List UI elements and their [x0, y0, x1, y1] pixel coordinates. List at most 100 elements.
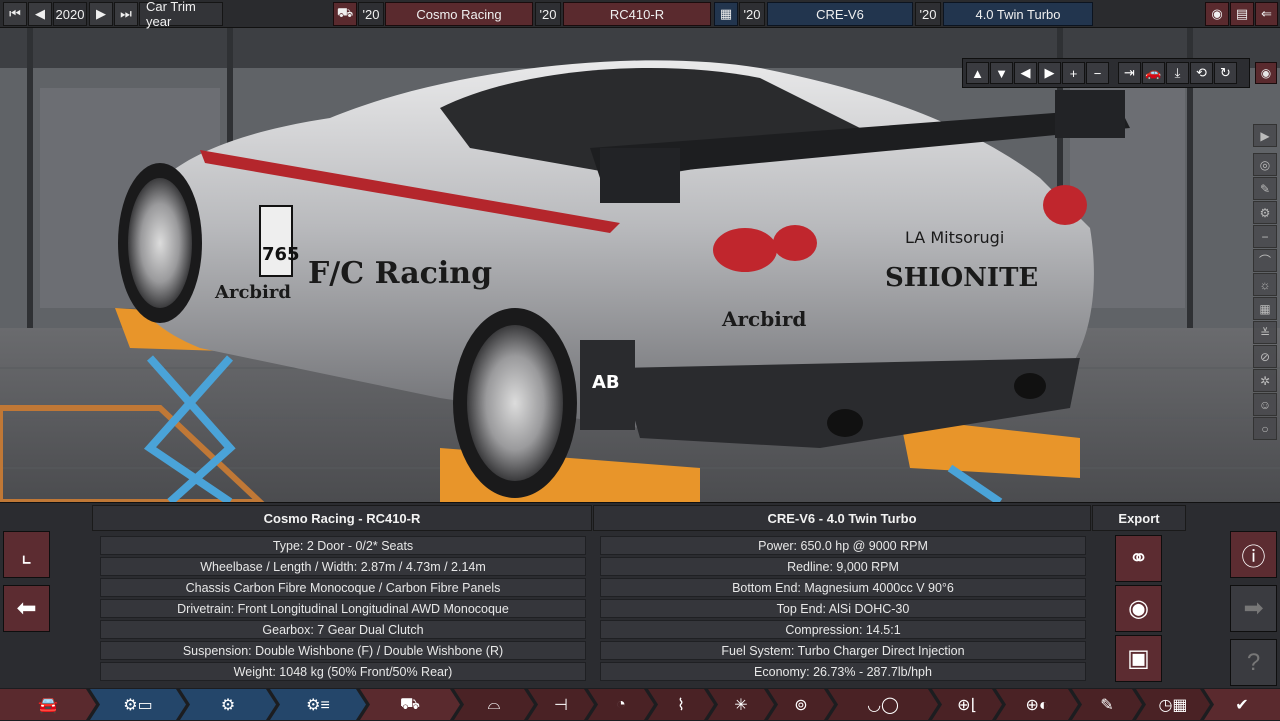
grille-icon[interactable]: ▦: [1253, 297, 1277, 320]
drivetrain-icon: ⊣: [554, 696, 568, 714]
rotate-free-button[interactable]: ⟲: [1190, 62, 1213, 84]
left-arrow-icon: ⬅: [16, 595, 37, 622]
fixtures-icon: ⌇: [677, 696, 685, 714]
svg-text:765: 765: [262, 244, 300, 265]
help-icon: ?: [1246, 648, 1261, 676]
engine-info-row: Top End: AlSi DOHC-30: [600, 599, 1086, 618]
car-panel-title: Cosmo Racing - RC410-R: [92, 505, 592, 531]
family-name[interactable]: Cosmo Racing: [385, 2, 533, 26]
graph-button[interactable]: ⌞: [3, 531, 50, 578]
double-left-arrow-icon[interactable]: ⏮: [3, 2, 27, 26]
tab-body[interactable]: ◔: [588, 689, 654, 720]
chassis-icon: ⌓: [487, 695, 501, 713]
year-field[interactable]: 2020: [53, 2, 87, 26]
engine-info-row: Economy: 26.73% - 287.7lb/hph: [600, 662, 1086, 681]
camera-left-button[interactable]: ◀: [1014, 62, 1037, 84]
tab-drivetrain[interactable]: ⊣: [528, 689, 594, 720]
engine-info-row: Compression: 14.5:1: [600, 620, 1086, 639]
car-info-row: Gearbox: 7 Gear Dual Clutch: [100, 620, 586, 639]
calculator-icon[interactable]: ▤: [1230, 2, 1254, 26]
tab-paint[interactable]: ✎: [1072, 689, 1142, 720]
circle-icon[interactable]: ○: [1253, 417, 1277, 440]
car-info-row: Weight: 1048 kg (50% Front/50% Rear): [100, 662, 586, 681]
tab-car-summary[interactable]: ⛟: [360, 689, 460, 720]
car-info-row: Wheelbase / Length / Width: 2.87m / 4.73…: [100, 557, 586, 576]
body-icon[interactable]: ⌒: [1253, 249, 1277, 272]
tab-aero[interactable]: ◡◯: [828, 689, 938, 720]
save-button[interactable]: ▣: [1115, 635, 1162, 682]
engine-block-icon[interactable]: ▦: [714, 2, 738, 26]
car-info-row: Chassis Carbon Fibre Monocoque / Carbon …: [100, 578, 586, 597]
tab-fixtures[interactable]: ⌇: [648, 689, 714, 720]
tab-testing[interactable]: ◷▦: [1136, 689, 1210, 720]
top-bar: ⏮ ◀ 2020 ▶ ⏭ Car Trim year ⛟ '20 Cosmo R…: [0, 0, 1280, 29]
engine-family-year: '20: [739, 2, 765, 26]
help-button[interactable]: ?: [1230, 639, 1277, 686]
trim-year-label: Car Trim year: [139, 0, 223, 29]
tab-engine-design[interactable]: ⚙: [180, 689, 276, 720]
next-button[interactable]: ➡: [1230, 585, 1277, 632]
camera-icon[interactable]: ◉: [1205, 2, 1229, 26]
tab-engine-tuning[interactable]: ⚙≡: [270, 689, 366, 720]
suspension-icon[interactable]: ≚: [1253, 321, 1277, 344]
share-button[interactable]: ⚭: [1115, 535, 1162, 582]
warning-icon: ⓘ: [1241, 544, 1266, 571]
reset-rotation-button[interactable]: ↻: [1214, 62, 1237, 84]
align-button[interactable]: ⇥: [1118, 62, 1141, 84]
wheel-icon[interactable]: ◎: [1253, 153, 1277, 176]
svg-text:AB: AB: [592, 372, 620, 393]
design-stage-tabs: 🚘 ⚙▭ ⚙ ⚙≡ ⛟ ⌓ ⊣ ◔ ⌇ ✳ ⊚ ◡◯ ⊕⌊ ⊕◐ ✎ ◷▦ ✔: [0, 688, 1280, 721]
tab-chassis[interactable]: ⌓: [454, 689, 534, 720]
camera-right-button[interactable]: ▶: [1038, 62, 1061, 84]
tab-finish[interactable]: ✔: [1204, 689, 1280, 720]
brake-icon: ⊚: [794, 696, 808, 714]
back-button[interactable]: ⬅: [3, 585, 50, 632]
paint-icon[interactable]: ✎: [1253, 177, 1277, 200]
tab-car-model[interactable]: 🚘: [0, 689, 96, 720]
aero-icon: ◡◯: [867, 696, 899, 714]
warning-button[interactable]: ⓘ: [1230, 531, 1277, 578]
seat-icon: ⊕⌊: [957, 696, 977, 714]
tab-brakes[interactable]: ⊚: [768, 689, 834, 720]
car-view-button[interactable]: 🚗: [1142, 62, 1165, 84]
car-icon[interactable]: ⛟: [333, 2, 357, 26]
model-year: '20: [535, 2, 561, 26]
car-info-row: Type: 2 Door - 0/2* Seats: [100, 536, 586, 555]
tab-wheels[interactable]: ✳: [708, 689, 774, 720]
expand-icon[interactable]: ▶: [1253, 124, 1277, 147]
zoom-out-button[interactable]: −: [1086, 62, 1109, 84]
tab-engine-family[interactable]: ⚙▭: [90, 689, 186, 720]
left-arrow-icon[interactable]: ◀: [28, 2, 52, 26]
lights-icon[interactable]: ☼: [1253, 273, 1277, 296]
screenshot-button[interactable]: ◉: [1255, 62, 1277, 84]
gear-icon[interactable]: ✲: [1253, 369, 1277, 392]
person-icon[interactable]: ☺: [1253, 393, 1277, 416]
ground-button[interactable]: ⤓: [1166, 62, 1189, 84]
camera-down-button[interactable]: ▼: [990, 62, 1013, 84]
right-arrow-icon[interactable]: ▶: [89, 2, 113, 26]
export-screenshot-button[interactable]: ◉: [1115, 585, 1162, 632]
3d-viewport[interactable]: F/C Racing SHIONITE Arcbird Arcbird LA M…: [0, 28, 1280, 502]
zoom-in-button[interactable]: +: [1062, 62, 1085, 84]
camera-up-button[interactable]: ▲: [966, 62, 989, 84]
minus-icon[interactable]: −: [1253, 225, 1277, 248]
engine-info-row: Power: 650.0 hp @ 9000 RPM: [600, 536, 1086, 555]
engine-info-row: Fuel System: Turbo Charger Direct Inject…: [600, 641, 1086, 660]
engine-family[interactable]: CRE-V6: [767, 2, 913, 26]
double-right-arrow-icon[interactable]: ⏭: [114, 2, 138, 26]
back-arrow-icon[interactable]: ⇐: [1255, 2, 1278, 26]
car-info-row: Drivetrain: Front Longitudinal Longitudi…: [100, 599, 586, 618]
tab-safety[interactable]: ⊕◐: [996, 689, 1078, 720]
engine-icon[interactable]: ⚙: [1253, 201, 1277, 224]
tab-interior[interactable]: ⊕⌊: [932, 689, 1002, 720]
model-name[interactable]: RC410-R: [563, 2, 711, 26]
side-toolbar: ▶ ◎ ✎ ⚙ − ⌒ ☼ ▦ ≚ ⊘ ✲ ☺ ○: [1253, 124, 1277, 441]
engine-folder-icon: ⚙▭: [123, 696, 153, 714]
gauge-flag-icon: ◷▦: [1158, 696, 1188, 714]
paint-icon: ✎: [1100, 696, 1114, 714]
variant-name[interactable]: 4.0 Twin Turbo: [943, 2, 1093, 26]
no-entry-icon[interactable]: ⊘: [1253, 345, 1277, 368]
camera-toolbar: ▲ ▼ ◀ ▶ + − ⇥ 🚗 ⤓ ⟲ ↻: [962, 58, 1250, 88]
steering-icon: ⊕◐: [1025, 696, 1049, 714]
engine-info-row: Redline: 9,000 RPM: [600, 557, 1086, 576]
